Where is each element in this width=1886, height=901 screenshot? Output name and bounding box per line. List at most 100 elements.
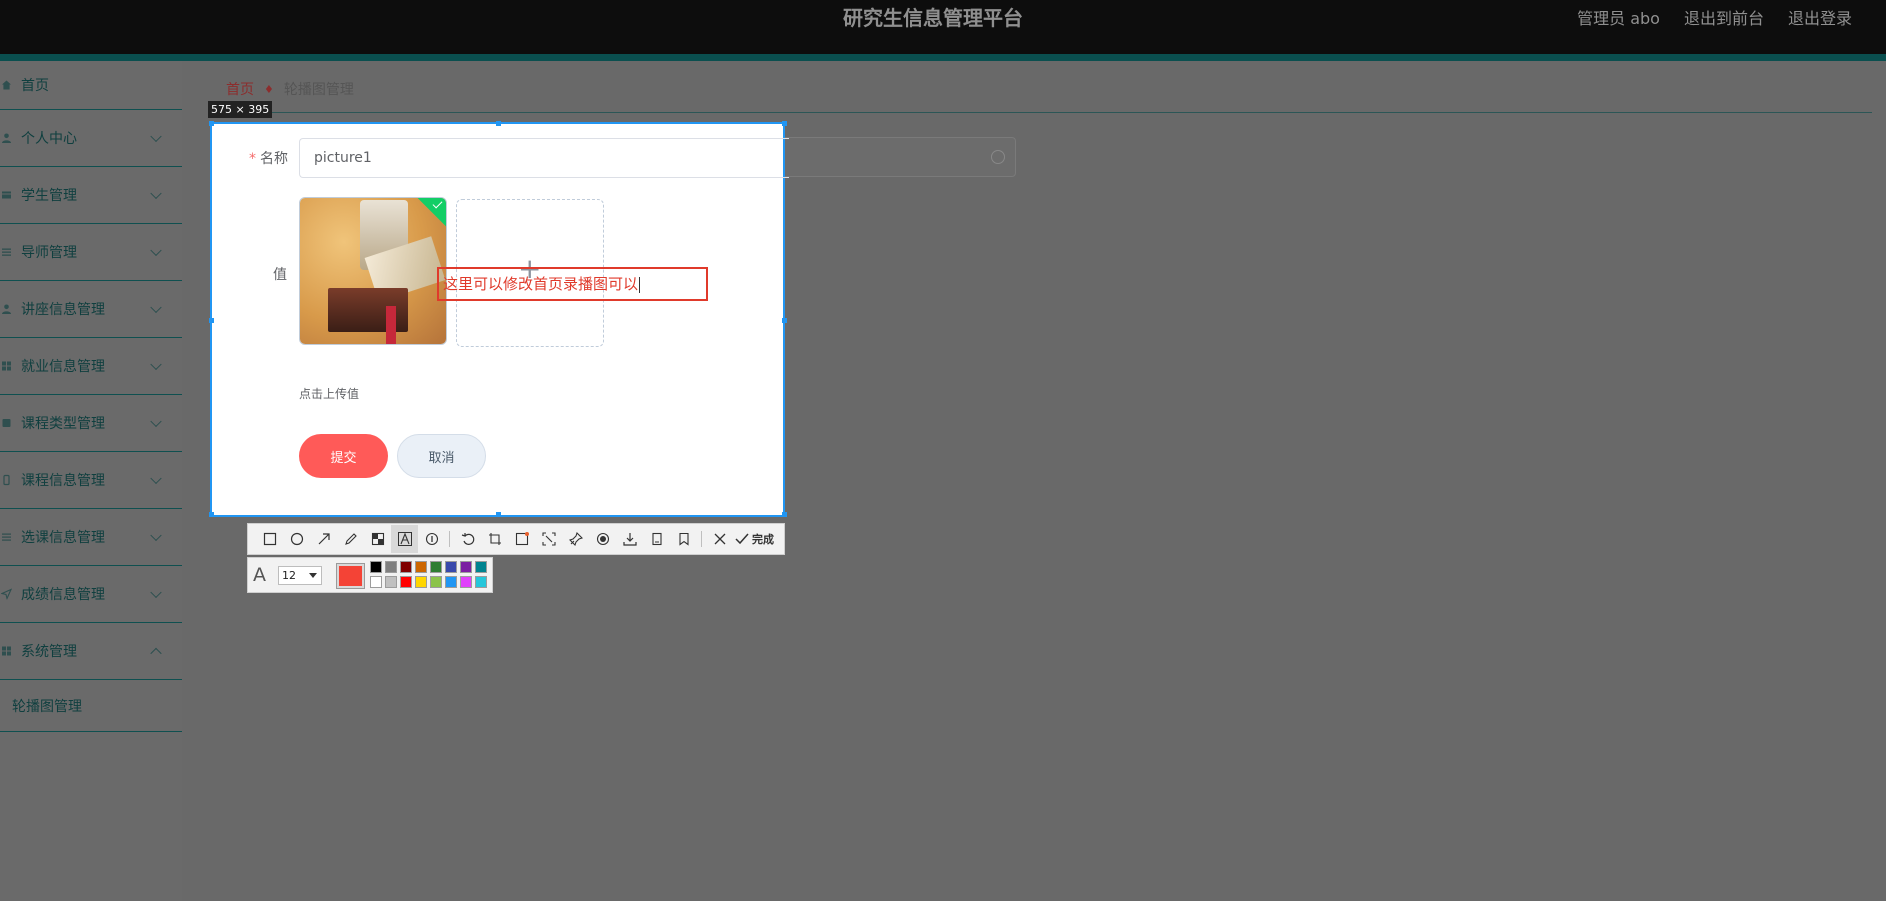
color-swatch[interactable]: [445, 576, 457, 588]
text-caret: [639, 276, 641, 293]
sidebar-item-tutors[interactable]: 导师管理: [0, 224, 182, 281]
color-swatch[interactable]: [475, 576, 487, 588]
save-icon[interactable]: [616, 525, 643, 553]
resize-handle-w[interactable]: [209, 318, 214, 323]
done-button[interactable]: 完成: [735, 531, 774, 547]
header-links: 管理员 abo 退出到前台 退出登录: [1577, 5, 1852, 29]
dropdown-arrow-icon: [309, 573, 317, 578]
color-swatch[interactable]: [370, 561, 382, 573]
color-swatch[interactable]: [460, 561, 472, 573]
chevron-down-icon: [150, 586, 162, 599]
sidebar-item-label: 选课信息管理: [21, 530, 105, 546]
bookmark-icon[interactable]: [670, 525, 697, 553]
toolbar-separator: [449, 531, 450, 547]
sidebar-item-courses[interactable]: 课程信息管理: [0, 452, 182, 509]
record-icon[interactable]: [589, 525, 616, 553]
copy-icon[interactable]: [643, 525, 670, 553]
resize-handle-nw[interactable]: [209, 121, 214, 126]
resize-handle-e[interactable]: [782, 318, 787, 323]
back-to-front-link[interactable]: 退出到前台: [1684, 5, 1764, 29]
cancel-button[interactable]: 取消: [397, 434, 486, 478]
chevron-down-icon: [150, 244, 162, 257]
color-swatch[interactable]: [385, 576, 397, 588]
font-size-select[interactable]: 12: [278, 566, 322, 585]
resize-handle-se[interactable]: [782, 512, 787, 517]
ocr-icon[interactable]: [508, 525, 535, 553]
sidebar-item-label: 课程信息管理: [21, 473, 105, 489]
sidebar-item-label: 课程类型管理: [21, 416, 105, 432]
chevron-down-icon: [150, 187, 162, 200]
capture-size-label: 575 × 395: [208, 101, 273, 118]
current-color-swatch[interactable]: [336, 563, 365, 589]
chevron-down-icon: [150, 358, 162, 371]
close-icon[interactable]: [706, 525, 733, 553]
crop-icon[interactable]: [481, 525, 508, 553]
color-swatch[interactable]: [460, 576, 472, 588]
list-icon: [1, 532, 12, 543]
color-swatch[interactable]: [475, 561, 487, 573]
name-input[interactable]: picture1: [299, 138, 789, 178]
resize-handle-ne[interactable]: [782, 121, 787, 126]
sidebar-item-label: 学生管理: [21, 188, 77, 204]
breadcrumb: 首页 ♦ 轮播图管理: [226, 79, 354, 99]
color-swatch[interactable]: [430, 561, 442, 573]
color-swatch[interactable]: [415, 561, 427, 573]
name-label: * 名称: [249, 151, 288, 167]
sidebar-item-course-types[interactable]: 课程类型管理: [0, 395, 182, 452]
mosaic-icon[interactable]: [364, 525, 391, 553]
toolbar-separator: [701, 531, 702, 547]
pencil-icon[interactable]: [337, 525, 364, 553]
ellipse-icon[interactable]: [283, 525, 310, 553]
grid-icon: [1, 646, 12, 657]
sidebar-item-home[interactable]: 首页: [0, 61, 182, 110]
sidebar-item-label: 成绩信息管理: [21, 587, 105, 603]
pin-icon[interactable]: [562, 525, 589, 553]
sidebar-item-grades[interactable]: 成绩信息管理: [0, 566, 182, 623]
resize-handle-n[interactable]: [496, 121, 501, 126]
value-label: 值: [273, 267, 287, 283]
sidebar-item-label: 首页: [21, 78, 49, 94]
breadcrumb-current: 轮播图管理: [283, 82, 354, 98]
submit-button[interactable]: 提交: [299, 434, 388, 478]
undo-icon[interactable]: [454, 525, 481, 553]
arrow-icon[interactable]: [310, 525, 337, 553]
upload-tip: 点击上传值: [299, 387, 360, 401]
user-icon: [1, 133, 12, 144]
home-icon: [1, 80, 12, 91]
color-swatch[interactable]: [370, 576, 382, 588]
resize-handle-s[interactable]: [496, 512, 501, 517]
capture-region[interactable]: * 名称 picture1 值 + 这里可以修改首页录播图可以 点击上传值 提交 …: [209, 121, 789, 517]
sidebar-item-personal-center[interactable]: 个人中心: [0, 110, 182, 167]
color-swatch[interactable]: [400, 576, 412, 588]
annotation-toolbar: 完成: [247, 523, 785, 555]
text-annotation[interactable]: 这里可以修改首页录播图可以: [437, 267, 708, 301]
sidebar-item-lectures[interactable]: 讲座信息管理: [0, 281, 182, 338]
resize-handle-sw[interactable]: [209, 512, 214, 517]
color-swatch[interactable]: [430, 576, 442, 588]
check-icon: [735, 533, 749, 545]
sidebar-subitem-carousel[interactable]: 轮播图管理: [0, 680, 182, 732]
uploaded-image-thumbnail[interactable]: [299, 197, 447, 345]
breadcrumb-divider: [210, 112, 1872, 113]
book-icon: [1, 418, 12, 429]
breadcrumb-home[interactable]: 首页: [226, 79, 254, 99]
sidebar-item-course-selection[interactable]: 选课信息管理: [0, 509, 182, 566]
color-swatch[interactable]: [385, 561, 397, 573]
sidebar-item-system[interactable]: 系统管理: [0, 623, 182, 680]
sidebar-item-students[interactable]: 学生管理: [0, 167, 182, 224]
color-swatch[interactable]: [415, 576, 427, 588]
logout-link[interactable]: 退出登录: [1788, 5, 1852, 29]
serial-number-icon[interactable]: [418, 525, 445, 553]
text-icon[interactable]: [391, 525, 418, 553]
folder-icon: [1, 190, 12, 201]
color-swatch[interactable]: [400, 561, 412, 573]
admin-user-link[interactable]: 管理员 abo: [1577, 5, 1660, 29]
sliders-icon: [1, 247, 12, 258]
font-icon: A: [253, 564, 266, 586]
scroll-capture-icon[interactable]: [535, 525, 562, 553]
rectangle-icon[interactable]: [256, 525, 283, 553]
sidebar-item-employment[interactable]: 就业信息管理: [0, 338, 182, 395]
color-swatch[interactable]: [445, 561, 457, 573]
sidebar: 首页 个人中心 学生管理 导师管理 讲座信息管理 就业信息管理 课程类型管理 课…: [0, 61, 182, 901]
chevron-down-icon: [150, 130, 162, 143]
